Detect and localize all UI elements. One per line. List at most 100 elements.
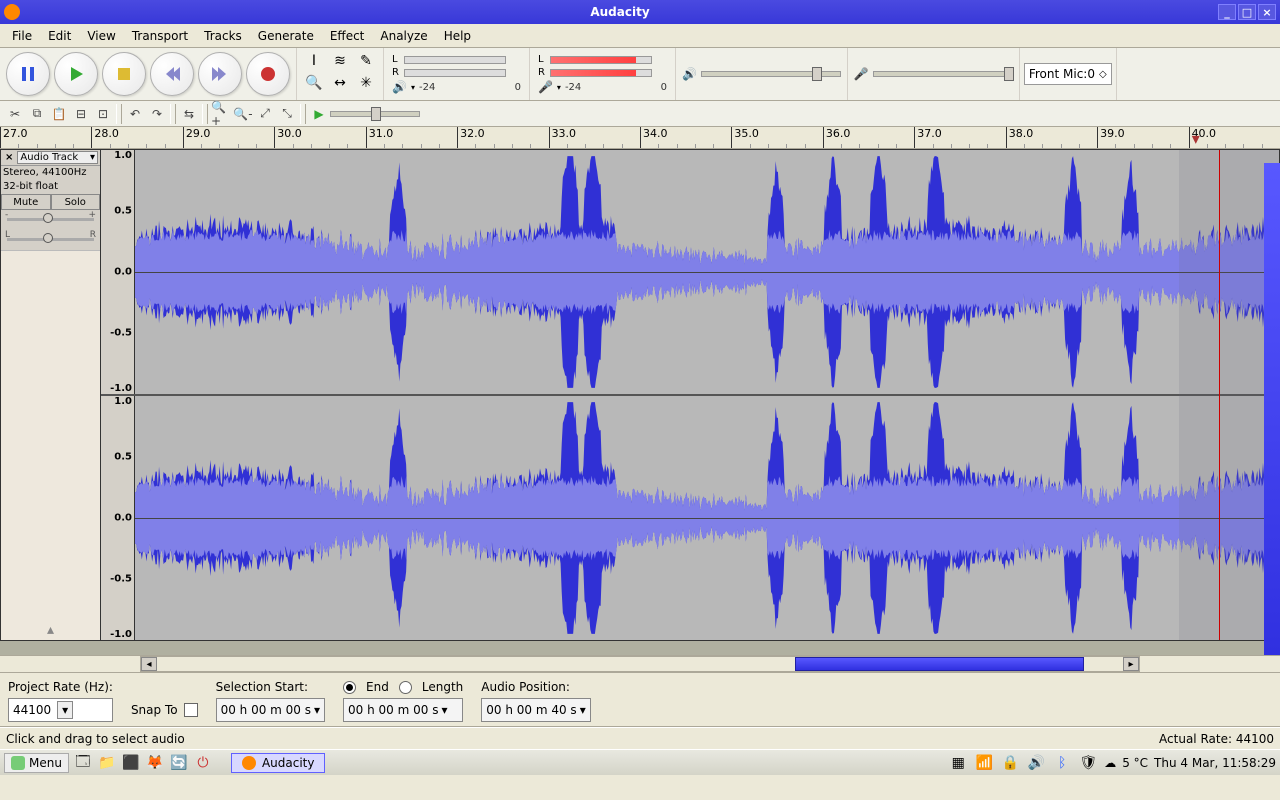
sync-lock-icon[interactable]: ⇆ (178, 104, 200, 124)
project-rate-combo[interactable]: 44100 ▾ (8, 698, 113, 722)
output-meter-r-label: R (392, 67, 402, 78)
input-volume-slider[interactable] (873, 71, 1013, 77)
chevron-down-icon[interactable]: ▾ (57, 701, 73, 719)
selection-tool-icon[interactable]: I (301, 50, 327, 72)
waveform-display[interactable]: 1.00.50.0-0.5-1.0 1.00.50.0-0.5-1.0 (101, 150, 1279, 640)
tray-icon[interactable]: 📶 (974, 753, 994, 773)
menu-file[interactable]: File (4, 27, 40, 45)
workspace-switcher-icon[interactable]: ▦ (948, 753, 968, 773)
track-menu-dropdown[interactable]: Audio Track▾ (17, 151, 98, 164)
power-icon[interactable]: ⏻ (193, 753, 213, 773)
start-menu-button[interactable]: Menu (4, 753, 69, 773)
system-tray: ▦ 📶 🔒 🔊 ᛒ 🛡 ☁ 5 °C Thu 4 Mar, 11:58:29 (948, 753, 1276, 773)
window-titlebar: Audacity _ □ × (0, 0, 1280, 24)
playback-speed-slider[interactable] (330, 111, 420, 117)
zoom-in-icon[interactable]: 🔍+ (210, 104, 232, 124)
skip-start-button[interactable] (150, 52, 194, 96)
mic-icon[interactable]: 🎤 (538, 80, 553, 94)
multi-tool-icon[interactable]: ✳ (353, 72, 379, 94)
play-at-speed-icon[interactable]: ▶ (308, 104, 330, 124)
mute-button[interactable]: Mute (1, 194, 51, 210)
status-bar: Click and drag to select audio Actual Ra… (0, 727, 1280, 749)
scroll-right-button[interactable]: ▸ (1123, 657, 1139, 671)
trim-icon[interactable]: ⊟ (70, 104, 92, 124)
copy-icon[interactable]: ⧉ (26, 104, 48, 124)
menu-analyze[interactable]: Analyze (372, 27, 435, 45)
zoom-tool-icon[interactable]: 🔍 (301, 72, 327, 94)
tray-volume-icon[interactable]: 🔊 (1026, 753, 1046, 773)
fit-selection-icon[interactable]: ⤢ (254, 104, 276, 124)
output-meter-r[interactable] (404, 69, 506, 77)
input-device-combo[interactable]: Front Mic:0 ◇ (1024, 63, 1112, 85)
menu-effect[interactable]: Effect (322, 27, 373, 45)
selection-end-field[interactable]: 00 h 00 m 00 s▾ (343, 698, 463, 722)
menu-edit[interactable]: Edit (40, 27, 79, 45)
track-collapse-button[interactable]: ▴ (1, 250, 100, 640)
scrollbar-thumb[interactable] (795, 657, 1085, 671)
pause-button[interactable] (6, 52, 50, 96)
solo-button[interactable]: Solo (51, 194, 101, 210)
selection-start-field[interactable]: 00 h 00 m 00 s▾ (216, 698, 325, 722)
minimize-button[interactable]: _ (1218, 4, 1236, 20)
menu-view[interactable]: View (79, 27, 123, 45)
taskbar-app-audacity[interactable]: Audacity (231, 753, 326, 773)
input-meter-l[interactable] (550, 56, 652, 64)
silence-icon[interactable]: ⊡ (92, 104, 114, 124)
show-desktop-icon[interactable]: 🗔 (73, 753, 93, 773)
tray-icon[interactable]: 🔒 (1000, 753, 1020, 773)
play-button[interactable] (54, 52, 98, 96)
vertical-scrollbar[interactable] (1264, 163, 1280, 655)
tray-update-icon[interactable]: 🛡 (1078, 753, 1098, 773)
output-volume-slider[interactable] (701, 71, 841, 77)
horizontal-scrollbar[interactable]: ◂ ▸ (140, 656, 1140, 672)
cut-icon[interactable]: ✂ (4, 104, 26, 124)
device-label: Front Mic:0 (1029, 67, 1095, 81)
terminal-icon[interactable]: ⬛ (121, 753, 141, 773)
input-meter: L R 🎤▾ -240 (530, 48, 676, 100)
draw-tool-icon[interactable]: ✎ (353, 50, 379, 72)
snap-to-checkbox[interactable] (184, 703, 198, 717)
track-close-button[interactable]: × (3, 152, 15, 163)
menu-help[interactable]: Help (436, 27, 479, 45)
tray-bluetooth-icon[interactable]: ᛒ (1052, 753, 1072, 773)
playhead-line (1219, 150, 1220, 640)
track-area: × Audio Track▾ Stereo, 44100Hz 32-bit fl… (0, 149, 1280, 641)
mic-icon: 🎤 (854, 67, 869, 81)
input-meter-r[interactable] (550, 69, 652, 77)
menu-generate[interactable]: Generate (250, 27, 322, 45)
undo-icon[interactable]: ↶ (124, 104, 146, 124)
waveform-right-channel[interactable]: 1.00.50.0-0.5-1.0 (101, 396, 1279, 640)
timeshift-tool-icon[interactable]: ↔ (327, 72, 353, 94)
record-button[interactable] (246, 52, 290, 96)
envelope-tool-icon[interactable]: ≋ (327, 50, 353, 72)
weather-icon[interactable]: ☁ (1104, 756, 1116, 770)
menu-transport[interactable]: Transport (124, 27, 196, 45)
scroll-left-button[interactable]: ◂ (141, 657, 157, 671)
paste-icon[interactable]: 📋 (48, 104, 70, 124)
menu-tracks[interactable]: Tracks (196, 27, 250, 45)
fit-project-icon[interactable]: ⤡ (276, 104, 298, 124)
end-radio[interactable] (343, 681, 356, 694)
maximize-button[interactable]: □ (1238, 4, 1256, 20)
skip-end-button[interactable] (198, 52, 242, 96)
reload-icon[interactable]: 🔄 (169, 753, 189, 773)
firefox-icon[interactable]: 🦊 (145, 753, 165, 773)
meter-dropdown-icon[interactable]: ▾ (411, 83, 415, 92)
timeline-ruler[interactable]: 27.028.029.030.031.032.033.034.035.036.0… (0, 127, 1280, 149)
length-radio[interactable] (399, 681, 412, 694)
zoom-out-icon[interactable]: 🔍- (232, 104, 254, 124)
gain-slider[interactable]: - + (1, 210, 100, 230)
redo-icon[interactable]: ↷ (146, 104, 168, 124)
pan-slider[interactable]: L R (1, 230, 100, 250)
stop-button[interactable] (102, 52, 146, 96)
meter-dropdown-icon[interactable]: ▾ (557, 83, 561, 92)
audio-position-field[interactable]: 00 h 00 m 40 s▾ (481, 698, 590, 722)
speaker-icon[interactable]: 🔊 (392, 80, 407, 94)
output-meter-l[interactable] (404, 56, 506, 64)
selection-start-label: Selection Start: (216, 680, 325, 694)
waveform-left-channel[interactable]: 1.00.50.0-0.5-1.0 (101, 150, 1279, 396)
clock-text[interactable]: Thu 4 Mar, 11:58:29 (1154, 756, 1276, 770)
actual-rate-text: Actual Rate: 44100 (1159, 732, 1274, 746)
close-button[interactable]: × (1258, 4, 1276, 20)
files-icon[interactable]: 📁 (97, 753, 117, 773)
